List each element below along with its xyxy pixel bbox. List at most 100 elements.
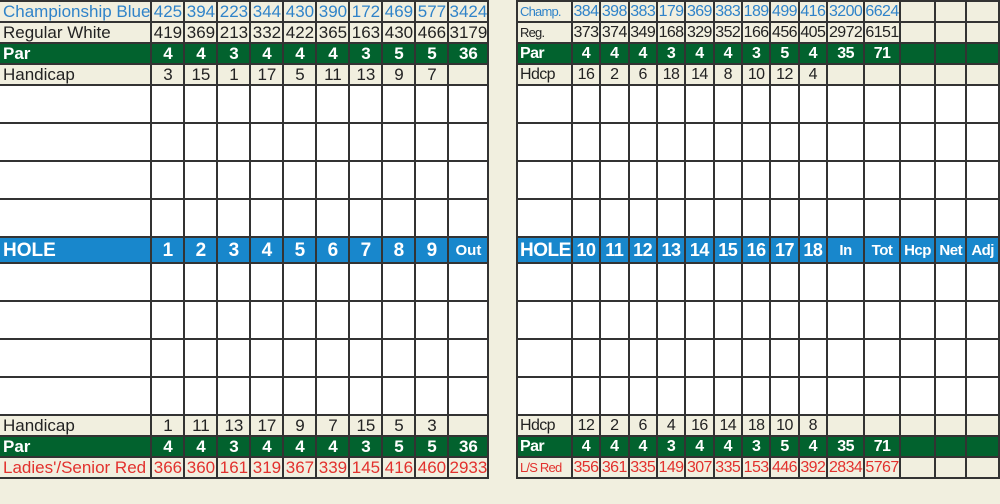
score-cell[interactable] bbox=[934, 160, 968, 200]
score-cell[interactable] bbox=[315, 300, 351, 340]
score-cell[interactable] bbox=[447, 376, 490, 416]
score-cell[interactable] bbox=[655, 84, 687, 124]
score-cell[interactable] bbox=[965, 300, 1000, 340]
score-cell[interactable] bbox=[315, 262, 351, 302]
score-cell[interactable] bbox=[740, 262, 772, 302]
score-cell[interactable] bbox=[769, 338, 800, 378]
score-cell[interactable] bbox=[216, 338, 252, 378]
score-cell[interactable] bbox=[183, 338, 219, 378]
score-cell[interactable] bbox=[684, 84, 715, 124]
score-cell[interactable] bbox=[712, 160, 743, 200]
score-cell[interactable] bbox=[826, 262, 866, 302]
score-cell[interactable] bbox=[249, 84, 285, 124]
score-cell[interactable] bbox=[965, 262, 1000, 302]
score-cell[interactable] bbox=[381, 262, 417, 302]
score-cell[interactable] bbox=[447, 122, 490, 162]
score-cell[interactable] bbox=[150, 198, 186, 238]
score-cell[interactable] bbox=[570, 338, 602, 378]
score-cell[interactable] bbox=[216, 376, 252, 416]
score-cell[interactable] bbox=[898, 160, 937, 200]
score-cell[interactable] bbox=[712, 262, 743, 302]
score-cell[interactable] bbox=[216, 84, 252, 124]
score-cell[interactable] bbox=[898, 376, 937, 416]
score-cell[interactable] bbox=[282, 198, 318, 238]
score-cell[interactable] bbox=[249, 122, 285, 162]
score-cell[interactable] bbox=[216, 160, 252, 200]
score-cell[interactable] bbox=[769, 376, 800, 416]
player-name-cell[interactable] bbox=[516, 262, 573, 302]
score-cell[interactable] bbox=[315, 198, 351, 238]
score-cell[interactable] bbox=[769, 160, 800, 200]
score-cell[interactable] bbox=[627, 262, 658, 302]
score-cell[interactable] bbox=[447, 338, 490, 378]
score-cell[interactable] bbox=[414, 338, 450, 378]
score-cell[interactable] bbox=[863, 338, 901, 378]
score-cell[interactable] bbox=[898, 300, 937, 340]
score-cell[interactable] bbox=[965, 160, 1000, 200]
score-cell[interactable] bbox=[249, 160, 285, 200]
score-cell[interactable] bbox=[315, 122, 351, 162]
score-cell[interactable] bbox=[599, 198, 630, 238]
score-cell[interactable] bbox=[965, 376, 1000, 416]
score-cell[interactable] bbox=[183, 122, 219, 162]
score-cell[interactable] bbox=[684, 160, 715, 200]
score-cell[interactable] bbox=[740, 376, 772, 416]
score-cell[interactable] bbox=[381, 122, 417, 162]
score-cell[interactable] bbox=[150, 122, 186, 162]
score-cell[interactable] bbox=[282, 262, 318, 302]
score-cell[interactable] bbox=[934, 300, 968, 340]
score-cell[interactable] bbox=[150, 376, 186, 416]
player-name-cell[interactable] bbox=[0, 376, 153, 416]
score-cell[interactable] bbox=[414, 160, 450, 200]
score-cell[interactable] bbox=[348, 300, 384, 340]
score-cell[interactable] bbox=[712, 300, 743, 340]
score-cell[interactable] bbox=[249, 376, 285, 416]
score-cell[interactable] bbox=[934, 198, 968, 238]
score-cell[interactable] bbox=[627, 122, 658, 162]
player-name-cell[interactable] bbox=[516, 122, 573, 162]
score-cell[interactable] bbox=[249, 338, 285, 378]
score-cell[interactable] bbox=[934, 338, 968, 378]
score-cell[interactable] bbox=[684, 338, 715, 378]
score-cell[interactable] bbox=[655, 160, 687, 200]
score-cell[interactable] bbox=[150, 84, 186, 124]
score-cell[interactable] bbox=[348, 160, 384, 200]
score-cell[interactable] bbox=[797, 198, 829, 238]
score-cell[interactable] bbox=[216, 300, 252, 340]
score-cell[interactable] bbox=[381, 84, 417, 124]
score-cell[interactable] bbox=[183, 198, 219, 238]
score-cell[interactable] bbox=[348, 122, 384, 162]
score-cell[interactable] bbox=[447, 300, 490, 340]
score-cell[interactable] bbox=[447, 262, 490, 302]
score-cell[interactable] bbox=[315, 376, 351, 416]
score-cell[interactable] bbox=[740, 160, 772, 200]
score-cell[interactable] bbox=[934, 376, 968, 416]
score-cell[interactable] bbox=[898, 122, 937, 162]
score-cell[interactable] bbox=[965, 84, 1000, 124]
score-cell[interactable] bbox=[627, 198, 658, 238]
score-cell[interactable] bbox=[381, 160, 417, 200]
score-cell[interactable] bbox=[447, 160, 490, 200]
score-cell[interactable] bbox=[627, 376, 658, 416]
score-cell[interactable] bbox=[684, 122, 715, 162]
score-cell[interactable] bbox=[627, 84, 658, 124]
score-cell[interactable] bbox=[216, 122, 252, 162]
score-cell[interactable] bbox=[447, 198, 490, 238]
score-cell[interactable] bbox=[863, 262, 901, 302]
score-cell[interactable] bbox=[447, 84, 490, 124]
score-cell[interactable] bbox=[216, 262, 252, 302]
score-cell[interactable] bbox=[570, 262, 602, 302]
score-cell[interactable] bbox=[797, 338, 829, 378]
score-cell[interactable] bbox=[934, 84, 968, 124]
score-cell[interactable] bbox=[797, 84, 829, 124]
score-cell[interactable] bbox=[740, 84, 772, 124]
score-cell[interactable] bbox=[769, 198, 800, 238]
score-cell[interactable] bbox=[826, 160, 866, 200]
score-cell[interactable] bbox=[183, 262, 219, 302]
player-name-cell[interactable] bbox=[0, 338, 153, 378]
score-cell[interactable] bbox=[965, 122, 1000, 162]
score-cell[interactable] bbox=[934, 122, 968, 162]
score-cell[interactable] bbox=[826, 122, 866, 162]
score-cell[interactable] bbox=[863, 122, 901, 162]
score-cell[interactable] bbox=[414, 262, 450, 302]
